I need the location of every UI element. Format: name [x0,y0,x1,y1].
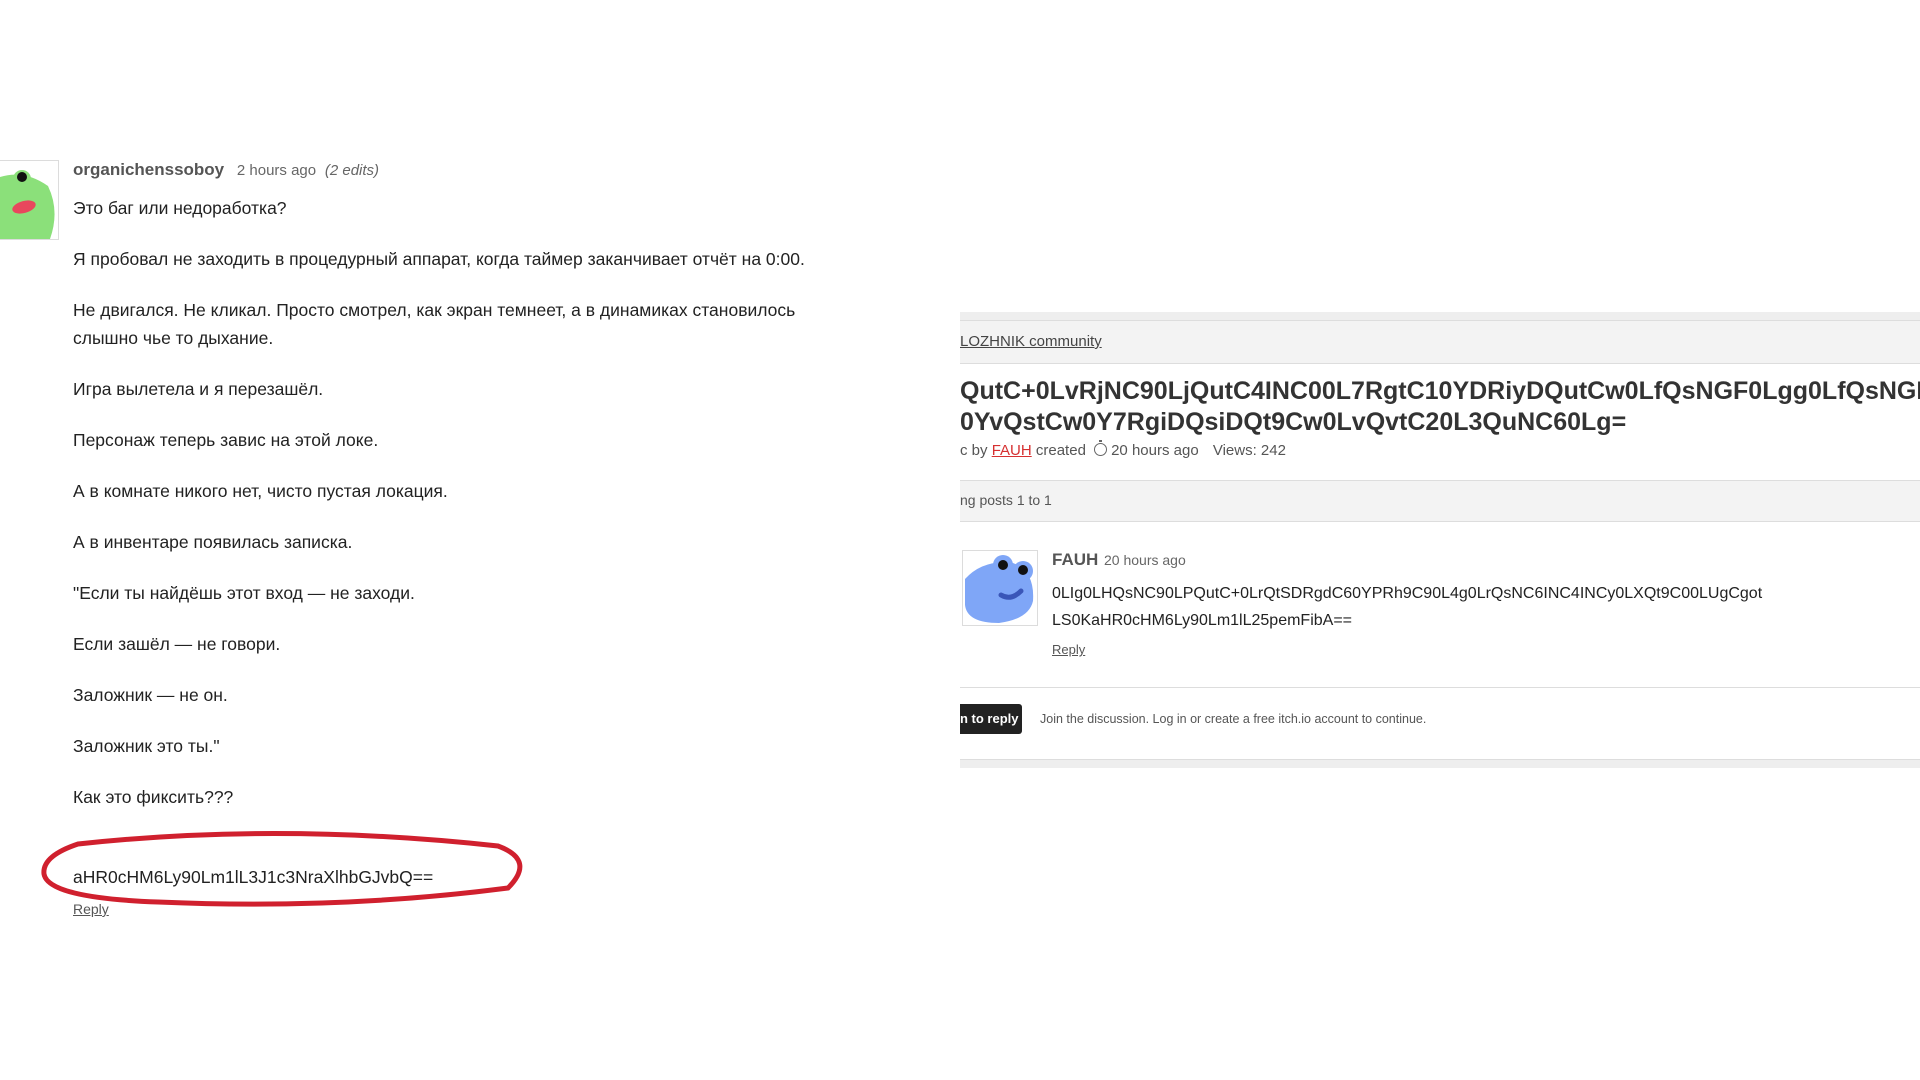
comment-paragraph: Заложник — не он. [73,685,228,705]
meta-prefix: c by [960,442,988,459]
comment-body: Это баг или недоработка? Я пробовал не з… [73,194,833,834]
reply-link[interactable]: Reply [1052,642,1085,657]
divider [960,687,1920,688]
frog-icon [965,555,1034,623]
comment-paragraph: Если зашёл — не говори. [73,634,281,654]
left-comment-screenshot: organichenssoboy 2 hours ago (2 edits) Э… [0,156,900,936]
comment-paragraph: Я пробовал не заходить в процедурный апп… [73,249,805,269]
clock-icon [1094,440,1108,456]
topic-author-link[interactable]: FAUH [992,442,1032,459]
topic-title: QutC+0LvRjNC90LjQutC4INC00L7RgtC10YDRiyD… [960,376,1920,438]
frog-avatar-blue[interactable] [962,550,1038,626]
comment-paragraph: А в комнате никого нет, чисто пустая лок… [73,481,448,501]
topic-title-line: QutC+0LvRjNC90LjQutC4INC00L7RgtC10YDRiyD… [960,377,1920,405]
post-author[interactable]: FAUH [1052,550,1098,570]
frog-icon [0,170,55,239]
login-to-reply-button[interactable]: n to reply [960,704,1022,734]
comment-paragraph: Не двигался. Не кликал. Просто смотрел, … [73,300,796,348]
top-band [960,312,1920,320]
comment-paragraph: Это баг или недоработка? [73,198,287,218]
bottom-band [960,759,1920,768]
comment-paragraph: Игра вылетела и я перезашёл. [73,379,324,399]
topic-meta: c by FAUH created 20 hours ago Views: 24… [960,440,1286,459]
comment-time: 2 hours ago [236,162,317,179]
breadcrumb-bar: LOZHNIK community [960,320,1920,364]
post-body-line: 0LIg0LHQsNC90LPQutC+0LrQtSDRgdC60YPRh9C9… [1052,585,1763,602]
meta-views: Views: 242 [1212,442,1286,459]
pagination-text: ng posts 1 to 1 [960,492,1052,508]
comment-header: organichenssoboy 2 hours ago (2 edits) [73,160,379,180]
meta-created: created [1035,442,1086,459]
join-discussion-text: Join the discussion. Log in or create a … [1040,712,1427,726]
comment-author[interactable]: organichenssoboy [73,160,224,179]
comment-paragraph: Заложник это ты." [73,736,220,756]
comment-edits: (2 edits) [324,162,380,179]
post-time: 20 hours ago [1104,552,1186,568]
pagination-bar: ng posts 1 to 1 [960,480,1920,522]
comment-paragraph: А в инвентаре появилась записка. [73,532,353,552]
right-thread-screenshot: LOZHNIK community QutC+0LvRjNC90LjQutC4I… [960,312,1920,772]
topic-title-line: 0YvQstCw0Y7RgiDQsiDQt9Cw0LvQvtC20L3QuNC6… [960,408,1627,436]
frog-avatar-green[interactable] [0,160,59,240]
encoded-string: aHR0cHM6Ly90Lm1lL3J1c3NraXlhbGJvbQ== [73,867,434,887]
meta-time: 20 hours ago [1111,442,1199,459]
comment-paragraph: "Если ты найдёшь этот вход — не заходи. [73,583,415,603]
post-body-line: LS0KaHR0cHM6Ly90Lm1lL25pemFibA== [1052,612,1353,629]
post-body: 0LIg0LHQsNC90LPQutC+0LrQtSDRgdC60YPRh9C9… [1052,580,1912,634]
breadcrumb-link[interactable]: LOZHNIK community [960,333,1102,350]
comment-paragraph: Как это фиксить??? [73,787,234,807]
reply-link[interactable]: Reply [73,901,109,917]
comment-paragraph: Персонаж теперь завис на этой локе. [73,430,379,450]
